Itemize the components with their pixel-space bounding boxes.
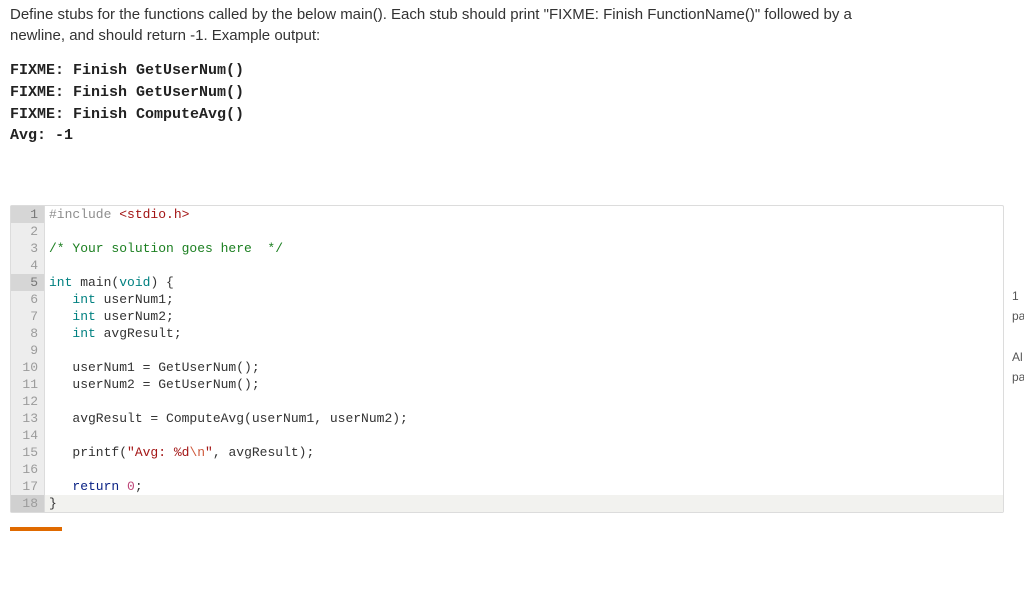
- code-content[interactable]: int userNum1;: [45, 291, 1003, 308]
- code-line[interactable]: 13 avgResult = ComputeAvg(userNum1, user…: [11, 410, 1003, 427]
- instruction-line-2: newline, and should return -1. Example o…: [10, 27, 320, 44]
- code-content[interactable]: int userNum2;: [45, 308, 1003, 325]
- code-content[interactable]: avgResult = ComputeAvg(userNum1, userNum…: [45, 410, 1003, 427]
- code-content[interactable]: [45, 393, 1003, 410]
- line-number: 1: [11, 206, 45, 223]
- code-content[interactable]: }: [45, 495, 1003, 512]
- code-line[interactable]: 7 int userNum2;: [11, 308, 1003, 325]
- line-number: 3: [11, 240, 45, 257]
- code-content[interactable]: userNum2 = GetUserNum();: [45, 376, 1003, 393]
- line-number: 8: [11, 325, 45, 342]
- line-number: 4: [11, 257, 45, 274]
- code-content[interactable]: [45, 427, 1003, 444]
- code-line[interactable]: 11 userNum2 = GetUserNum();: [11, 376, 1003, 393]
- line-number: 11: [11, 376, 45, 393]
- active-tab-indicator: [10, 527, 62, 531]
- code-content[interactable]: [45, 342, 1003, 359]
- code-line[interactable]: 12: [11, 393, 1003, 410]
- code-line[interactable]: 4: [11, 257, 1003, 274]
- code-line[interactable]: 3/* Your solution goes here */: [11, 240, 1003, 257]
- line-number: 16: [11, 461, 45, 478]
- instruction-line-1: Define stubs for the functions called by…: [10, 6, 852, 23]
- code-content[interactable]: int main(void) {: [45, 274, 1003, 291]
- code-line[interactable]: 2: [11, 223, 1003, 240]
- line-number: 14: [11, 427, 45, 444]
- side-frag-4: pa: [1012, 367, 1024, 387]
- code-line[interactable]: 10 userNum1 = GetUserNum();: [11, 359, 1003, 376]
- code-content[interactable]: [45, 257, 1003, 274]
- example-output-block: FIXME: Finish GetUserNum() FIXME: Finish…: [10, 60, 1014, 147]
- line-number: 7: [11, 308, 45, 325]
- code-content[interactable]: /* Your solution goes here */: [45, 240, 1003, 257]
- side-frag-3: Al: [1012, 347, 1024, 367]
- line-number: 18: [11, 495, 45, 512]
- line-number: 12: [11, 393, 45, 410]
- line-number: 2: [11, 223, 45, 240]
- code-line[interactable]: 8 int avgResult;: [11, 325, 1003, 342]
- problem-instructions: Define stubs for the functions called by…: [10, 4, 1014, 46]
- code-line[interactable]: 5int main(void) {: [11, 274, 1003, 291]
- code-line[interactable]: 6 int userNum1;: [11, 291, 1003, 308]
- code-line[interactable]: 15 printf("Avg: %d\n", avgResult);: [11, 444, 1003, 461]
- code-line[interactable]: 9: [11, 342, 1003, 359]
- code-content[interactable]: userNum1 = GetUserNum();: [45, 359, 1003, 376]
- code-line[interactable]: 16: [11, 461, 1003, 478]
- code-content[interactable]: [45, 461, 1003, 478]
- code-content[interactable]: int avgResult;: [45, 325, 1003, 342]
- code-line[interactable]: 18}: [11, 495, 1003, 512]
- code-line[interactable]: 14: [11, 427, 1003, 444]
- code-content[interactable]: return 0;: [45, 478, 1003, 495]
- side-frag-1: 1: [1012, 286, 1024, 306]
- line-number: 15: [11, 444, 45, 461]
- code-content[interactable]: #include <stdio.h>: [45, 206, 1003, 223]
- code-line[interactable]: 17 return 0;: [11, 478, 1003, 495]
- line-number: 13: [11, 410, 45, 427]
- line-number: 5: [11, 274, 45, 291]
- code-editor[interactable]: 1#include <stdio.h>23/* Your solution go…: [10, 205, 1004, 513]
- line-number: 10: [11, 359, 45, 376]
- code-line[interactable]: 1#include <stdio.h>: [11, 206, 1003, 223]
- line-number: 9: [11, 342, 45, 359]
- side-frag-2: pa: [1012, 306, 1024, 326]
- line-number: 17: [11, 478, 45, 495]
- code-content[interactable]: printf("Avg: %d\n", avgResult);: [45, 444, 1003, 461]
- code-content[interactable]: [45, 223, 1003, 240]
- cutoff-sidebar: 1 pa Al pa: [1012, 286, 1024, 388]
- line-number: 6: [11, 291, 45, 308]
